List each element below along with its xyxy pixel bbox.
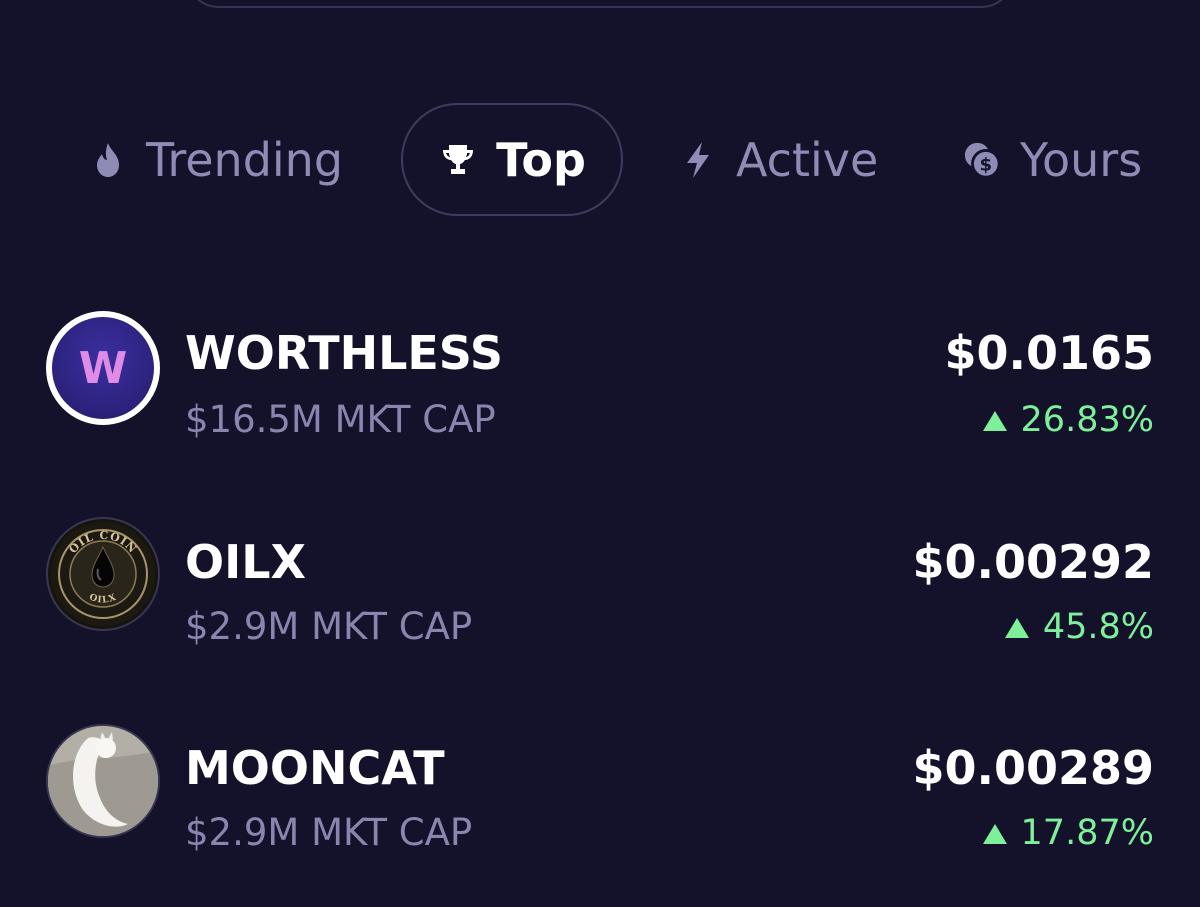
- token-name: OILX: [185, 535, 306, 589]
- up-arrow-icon: [1004, 617, 1029, 638]
- up-arrow-icon: [982, 410, 1007, 431]
- token-change: 17.87%: [982, 813, 1154, 853]
- tab-label: Top: [496, 132, 586, 187]
- lightning-icon: [678, 140, 718, 180]
- tab-label: Trending: [146, 132, 344, 187]
- tab-trending[interactable]: Trending: [88, 103, 343, 216]
- token-row[interactable]: MOONCAT $2.9M MKT CAP $0.00289 17.87%: [0, 718, 1200, 868]
- tab-active[interactable]: Active: [678, 103, 878, 216]
- search-bar[interactable]: [185, 0, 1015, 8]
- token-price: $0.00289: [912, 741, 1154, 795]
- token-price: $0.00292: [912, 535, 1154, 589]
- coins-icon: $: [962, 140, 1002, 180]
- up-arrow-icon: [982, 823, 1007, 844]
- oil-coin-logo: OIL COIN OILX: [46, 517, 160, 631]
- token-name: WORTHLESS: [185, 326, 504, 380]
- token-market-cap: $2.9M MKT CAP: [185, 811, 473, 854]
- token-market-cap: $16.5M MKT CAP: [185, 398, 496, 441]
- mooncat-photo: [46, 724, 160, 838]
- token-row[interactable]: OIL COIN OILX OILX $2.9M MKT CAP $0.0029…: [0, 512, 1200, 662]
- tab-overflow-fade: [1140, 103, 1200, 216]
- tab-label: Yours: [1020, 132, 1143, 187]
- worthless-logo: W: [46, 311, 160, 425]
- token-change-value: 26.83%: [1020, 400, 1154, 440]
- token-change: 26.83%: [982, 400, 1154, 440]
- tab-yours[interactable]: $ Yours: [962, 103, 1200, 216]
- token-name: MOONCAT: [185, 741, 445, 795]
- avatar-text: W: [79, 343, 128, 394]
- tab-label: Active: [736, 132, 879, 187]
- filter-tabs: Trending Top Active $ Yours: [0, 103, 1200, 216]
- token-change: 45.8%: [1004, 607, 1154, 647]
- token-price: $0.0165: [944, 326, 1154, 380]
- flame-icon: [88, 140, 128, 180]
- trophy-icon: [438, 140, 478, 180]
- svg-text:$: $: [980, 154, 993, 175]
- token-market-cap: $2.9M MKT CAP: [185, 605, 473, 648]
- tab-top[interactable]: Top: [401, 103, 623, 216]
- token-row[interactable]: W WORTHLESS $16.5M MKT CAP $0.0165 26.83…: [0, 308, 1200, 458]
- token-change-value: 45.8%: [1042, 607, 1154, 647]
- token-change-value: 17.87%: [1020, 813, 1154, 853]
